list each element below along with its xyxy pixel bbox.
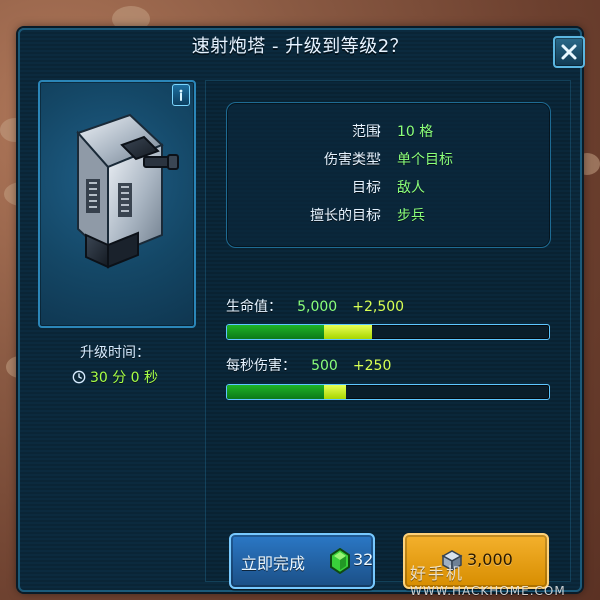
upgrade-time-value: 30 分 0 秒	[89, 370, 159, 386]
dps-bar-base-fill	[227, 385, 324, 399]
attribute-colon: :	[377, 149, 382, 165]
attribute-label: 伤害类型	[324, 152, 380, 168]
attribute-value: 单个目标	[397, 152, 453, 168]
health-bar-base-fill	[227, 325, 324, 339]
turret-illustration	[76, 113, 179, 269]
watermark-cn: 好手机	[410, 564, 465, 583]
health-bar-increase-fill	[323, 325, 372, 339]
health-bar	[226, 324, 550, 340]
stat-label: 生命值：	[226, 299, 282, 315]
attribute-value: 10 格	[397, 124, 434, 140]
watermark-url: WWW.HACKHOME.COM	[410, 584, 566, 598]
stat-base: 500	[311, 358, 338, 374]
dialog-title: 速射炮塔 - 升级到等级2？	[191, 36, 409, 57]
attributes-box: 范围 : 10 格 伤害类型 : 单个目标 目标 : 敌人 擅长的目标 : 步兵	[226, 102, 551, 248]
stat-row-dps: 每秒伤害： 500 +250	[226, 355, 391, 377]
attribute-row: 伤害类型 : 单个目标	[227, 149, 550, 171]
attribute-label: 擅长的目标	[310, 208, 380, 224]
attribute-colon: :	[377, 177, 382, 193]
attribute-colon: :	[377, 205, 382, 221]
attribute-label: 目标	[352, 180, 380, 196]
upgrade-time-label: 升级时间：	[80, 345, 150, 361]
close-button[interactable]	[553, 36, 585, 68]
close-icon	[561, 44, 577, 60]
stat-base: 5,000	[297, 299, 338, 315]
watermark: 好手机 WWW.HACKHOME.COM	[410, 560, 600, 598]
attribute-row: 擅长的目标 : 步兵	[227, 205, 550, 227]
dps-bar	[226, 384, 550, 400]
info-button[interactable]	[172, 84, 190, 106]
attribute-label: 范围	[352, 124, 380, 140]
dps-bar-increase-fill	[323, 385, 347, 399]
stat-row-health: 生命值： 5,000 +2,500	[226, 296, 404, 318]
attribute-row: 目标 : 敌人	[227, 177, 550, 199]
stat-increase: +2,500	[352, 299, 405, 315]
stat-increase: +250	[352, 358, 392, 374]
attribute-colon: :	[377, 121, 382, 137]
gem-icon	[330, 548, 350, 574]
finish-now-button[interactable]: 立即完成 32	[229, 533, 375, 589]
attribute-row: 范围 : 10 格	[227, 121, 550, 143]
clock-icon	[72, 370, 86, 384]
attribute-value: 敌人	[397, 180, 425, 196]
stat-label: 每秒伤害：	[226, 358, 296, 374]
info-icon	[179, 89, 183, 101]
finish-now-label: 立即完成	[241, 554, 306, 573]
attribute-value: 步兵	[397, 208, 425, 224]
upgrade-time-row: 30 分 0 秒	[38, 367, 192, 387]
finish-now-cost: 32	[353, 550, 374, 569]
